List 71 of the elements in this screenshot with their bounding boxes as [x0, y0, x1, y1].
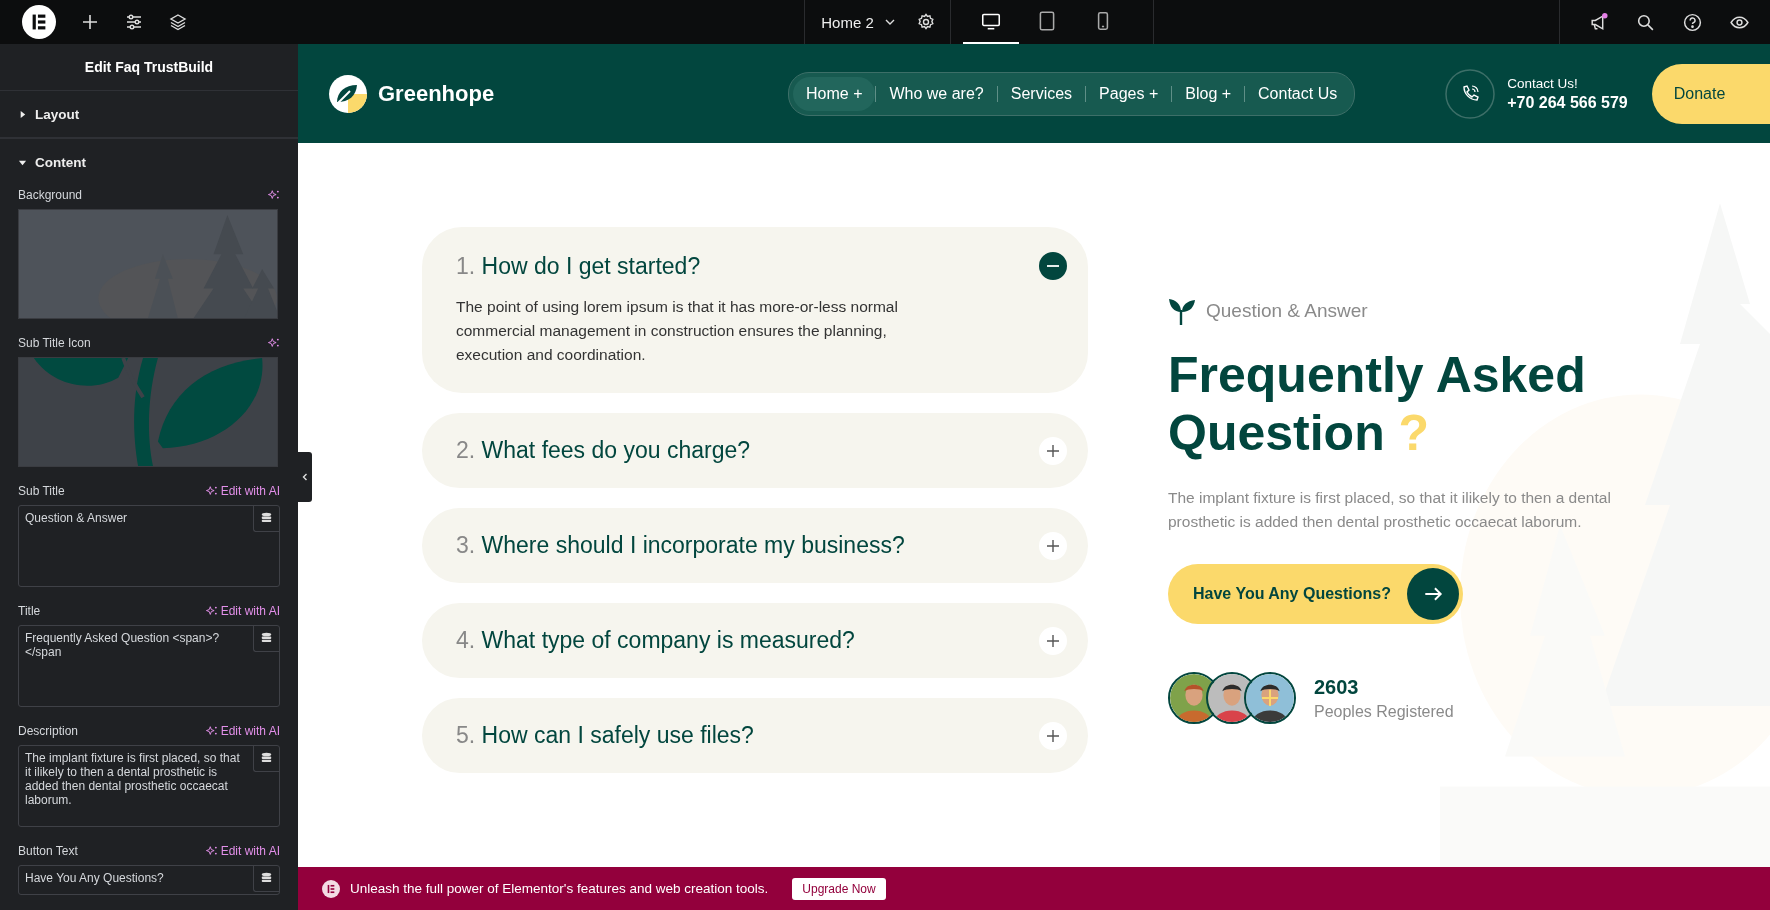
caret-icon: [18, 109, 27, 119]
ai-sparkle-icon[interactable]: [268, 189, 280, 201]
nav-link[interactable]: Services: [997, 76, 1086, 111]
faq-item[interactable]: 5. How can I safely use files?: [422, 698, 1088, 773]
faq-question[interactable]: 3. Where should I incorporate my business?: [456, 532, 905, 559]
help-icon[interactable]: [1682, 11, 1703, 33]
sparkle-icon: [205, 725, 218, 737]
faq-question[interactable]: 2. What fees do you charge?: [456, 437, 751, 464]
upgrade-button[interactable]: Upgrade Now: [792, 877, 886, 900]
donate-button[interactable]: Donate: [1651, 63, 1770, 124]
sliders-icon[interactable]: [124, 12, 144, 32]
faq-question[interactable]: 1. How do I get started?: [456, 252, 701, 280]
contact-label: Contact Us!: [1507, 75, 1579, 91]
text-area[interactable]: Question & Answer: [18, 505, 280, 587]
nav-link[interactable]: Who we are?: [876, 76, 997, 111]
elementor-logo-icon[interactable]: [22, 5, 56, 39]
minus-icon[interactable]: [1038, 251, 1068, 281]
control-label: Description: [18, 724, 79, 738]
text-area[interactable]: Frequently Asked Question <span>?</span: [18, 625, 280, 707]
collapse-panel-button[interactable]: [298, 452, 312, 502]
nav-link[interactable]: Contact Us: [1245, 76, 1351, 111]
sparkle-icon: [205, 485, 218, 497]
database-icon[interactable]: [253, 866, 279, 892]
database-icon[interactable]: [253, 746, 279, 772]
edit-with-ai-link[interactable]: Edit with AI: [205, 604, 280, 618]
phone-number[interactable]: +70 264 566 579: [1507, 93, 1628, 112]
sparkle-icon: [205, 605, 218, 617]
promo-text: Unleash the full power of Elementor's features and web creation tools.: [350, 881, 769, 896]
site-logo-text[interactable]: Greenhope: [378, 80, 495, 107]
arrow-right-icon: [1406, 568, 1459, 620]
edit-with-ai-link[interactable]: Edit with AI: [205, 724, 280, 738]
add-icon[interactable]: [80, 12, 100, 32]
text-field[interactable]: Have You Any Questions?: [18, 865, 280, 895]
faq-item[interactable]: 1. How do I get started? The point of using lorem ipsum is that it has more-or-less normal commercial management in construction ensures the planning, execution and coordination.: [422, 227, 1088, 393]
control-label: Sub Title Icon: [18, 336, 91, 350]
control-label: Button Text: [18, 844, 78, 858]
edit-with-ai-link[interactable]: Edit with AI: [205, 844, 280, 858]
nav-link[interactable]: Pages +: [1086, 76, 1172, 111]
description: The implant fixture is first placed, so that it ilikely to then a dental prosthetic is added then dental prosthetic occaecat laborum.: [1168, 488, 1612, 532]
sparkle-icon: [205, 845, 218, 857]
faq-item[interactable]: 4. What type of company is measured?: [422, 603, 1088, 678]
section-heading: Frequently Asked Question ?: [1168, 346, 1587, 462]
database-icon[interactable]: [253, 506, 279, 532]
phone-icon[interactable]: [1445, 68, 1496, 119]
faq-answer: The point of using lorem ipsum is that it has more-or-less normal commercial management in construction ensures the planning, execution and coordination.: [456, 297, 899, 365]
nav-link[interactable]: Home +: [793, 76, 876, 111]
plus-icon[interactable]: [1260, 688, 1280, 708]
control-label: Sub Title: [18, 484, 65, 498]
control-label: Background: [18, 188, 83, 202]
layers-icon[interactable]: [168, 12, 188, 32]
megaphone-icon[interactable]: [1588, 11, 1609, 33]
database-icon[interactable]: [253, 626, 279, 652]
elementor-logo-icon: [322, 879, 340, 898]
edit-with-ai-link[interactable]: Edit with AI: [205, 484, 280, 498]
faq-question[interactable]: 5. How can I safely use files?: [456, 722, 754, 749]
page-menu[interactable]: Home 2: [805, 0, 916, 44]
sprout-icon: [1168, 296, 1196, 326]
control-label: Title: [18, 604, 41, 618]
subtitle: Question & Answer: [1206, 300, 1368, 322]
faq-item[interactable]: 3. Where should I incorporate my business?: [422, 508, 1088, 583]
nav-link[interactable]: Blog +: [1172, 76, 1245, 111]
count-label: Peoples Registered: [1314, 702, 1454, 721]
registered-count: 2603: [1314, 675, 1360, 699]
chevron-left-icon: [300, 472, 310, 482]
leaf-logo-icon[interactable]: [328, 73, 368, 114]
ai-sparkle-icon[interactable]: [268, 337, 280, 349]
text-area[interactable]: The implant fixture is first placed, so that it ilikely to then a dental prosthetic is added then dental prosthetic occaecat laborum.: [18, 745, 280, 827]
section-header[interactable]: Content: [0, 139, 298, 185]
faq-question[interactable]: 4. What type of company is measured?: [456, 627, 855, 654]
questions-button[interactable]: Have You Any Questions?: [1168, 564, 1463, 624]
faq-item[interactable]: 2. What fees do you charge?: [422, 413, 1088, 488]
